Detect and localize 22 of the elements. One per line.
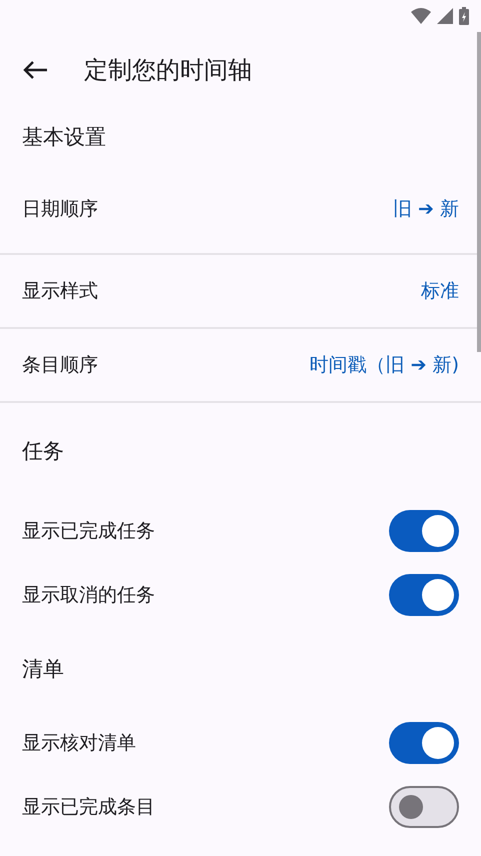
setting-value[interactable]: 旧 ➔ 新 <box>393 196 459 222</box>
setting-label: 日期顺序 <box>22 197 98 222</box>
setting-label: 显示核对清单 <box>22 731 136 756</box>
page-title: 定制您的时间轴 <box>84 55 252 86</box>
section-heading: 清单 <box>22 656 64 683</box>
toggle-switch[interactable] <box>389 510 459 552</box>
setting-value[interactable]: 时间戳（旧 ➔ 新) <box>310 352 459 378</box>
signal-icon <box>437 8 453 24</box>
setting-label: 显示已完成任务 <box>22 519 155 544</box>
section-heading: 任务 <box>22 438 64 465</box>
setting-label: 显示取消的任务 <box>22 583 155 608</box>
toggle-switch[interactable] <box>389 574 459 616</box>
setting-value[interactable]: 标准 <box>421 278 459 304</box>
setting-label: 显示样式 <box>22 279 98 304</box>
wifi-icon <box>411 8 431 24</box>
toggle-switch[interactable] <box>389 786 459 828</box>
setting-label: 显示已完成条目 <box>22 795 155 820</box>
back-arrow-icon[interactable] <box>22 60 48 80</box>
toggle-switch[interactable] <box>389 722 459 764</box>
battery-icon <box>459 7 469 25</box>
setting-label: 条目顺序 <box>22 353 98 378</box>
section-heading: 基本设置 <box>22 124 106 150</box>
